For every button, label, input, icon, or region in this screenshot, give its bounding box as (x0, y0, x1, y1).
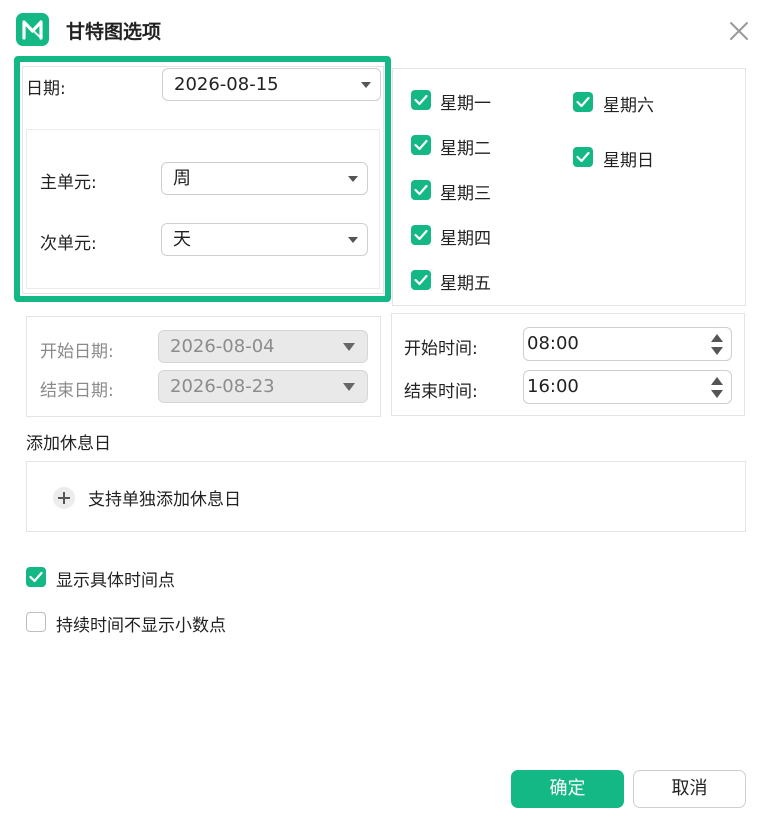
weekday-label-tue: 星期二 (440, 139, 491, 159)
dialog-title: 甘特图选项 (66, 21, 162, 43)
start-time-spinner[interactable]: 08:00 (523, 327, 732, 361)
start-time-value: 08:00 (527, 333, 579, 354)
weekday-checkbox-mon[interactable] (411, 90, 431, 110)
holidays-heading: 添加休息日 (26, 434, 111, 454)
ok-button[interactable]: 确定 (511, 770, 624, 808)
weekday-label-wed: 星期三 (440, 184, 491, 204)
end-time-value: 16:00 (527, 376, 579, 397)
end-date-select: 2026-08-23 (158, 370, 368, 403)
no-decimal-duration-label: 持续时间不显示小数点 (56, 616, 226, 636)
end-time-label: 结束时间: (404, 382, 478, 402)
start-time-label: 开始时间: (404, 339, 478, 359)
start-date-value: 2026-08-04 (170, 336, 275, 357)
add-holiday-label: 支持单独添加休息日 (88, 490, 241, 510)
start-date-label: 开始日期: (40, 342, 114, 362)
chevron-down-icon (343, 383, 355, 391)
title-bar: 甘特图选项 (0, 0, 772, 62)
weekday-checkbox-thu[interactable] (411, 225, 431, 245)
end-date-label: 结束日期: (40, 381, 114, 401)
show-time-points-label: 显示具体时间点 (56, 571, 175, 591)
arrow-down-icon[interactable] (711, 347, 723, 355)
close-icon[interactable] (727, 19, 751, 43)
arrow-down-icon[interactable] (711, 390, 723, 398)
weekday-label-thu: 星期四 (440, 229, 491, 249)
start-date-select: 2026-08-04 (158, 330, 368, 363)
weekday-checkbox-sun[interactable] (573, 147, 593, 167)
app-logo-icon (16, 13, 49, 46)
chevron-down-icon (343, 343, 355, 351)
weekday-label-fri: 星期五 (440, 274, 491, 294)
end-date-value: 2026-08-23 (170, 376, 275, 397)
weekday-checkbox-wed[interactable] (411, 180, 431, 200)
end-time-spinner[interactable]: 16:00 (523, 370, 732, 404)
weekday-label-mon: 星期一 (440, 94, 491, 114)
plus-icon (53, 487, 75, 509)
weekday-checkbox-fri[interactable] (411, 270, 431, 290)
weekday-checkbox-tue[interactable] (411, 135, 431, 155)
arrow-up-icon[interactable] (711, 377, 723, 385)
arrow-up-icon[interactable] (711, 334, 723, 342)
weekday-label-sat: 星期六 (603, 96, 654, 116)
weekday-label-sun: 星期日 (603, 151, 654, 171)
weekday-checkbox-sat[interactable] (573, 92, 593, 112)
cancel-button[interactable]: 取消 (633, 770, 746, 808)
no-decimal-duration-checkbox[interactable] (26, 612, 46, 632)
highlight-frame (14, 56, 391, 302)
show-time-points-checkbox[interactable] (26, 567, 46, 587)
